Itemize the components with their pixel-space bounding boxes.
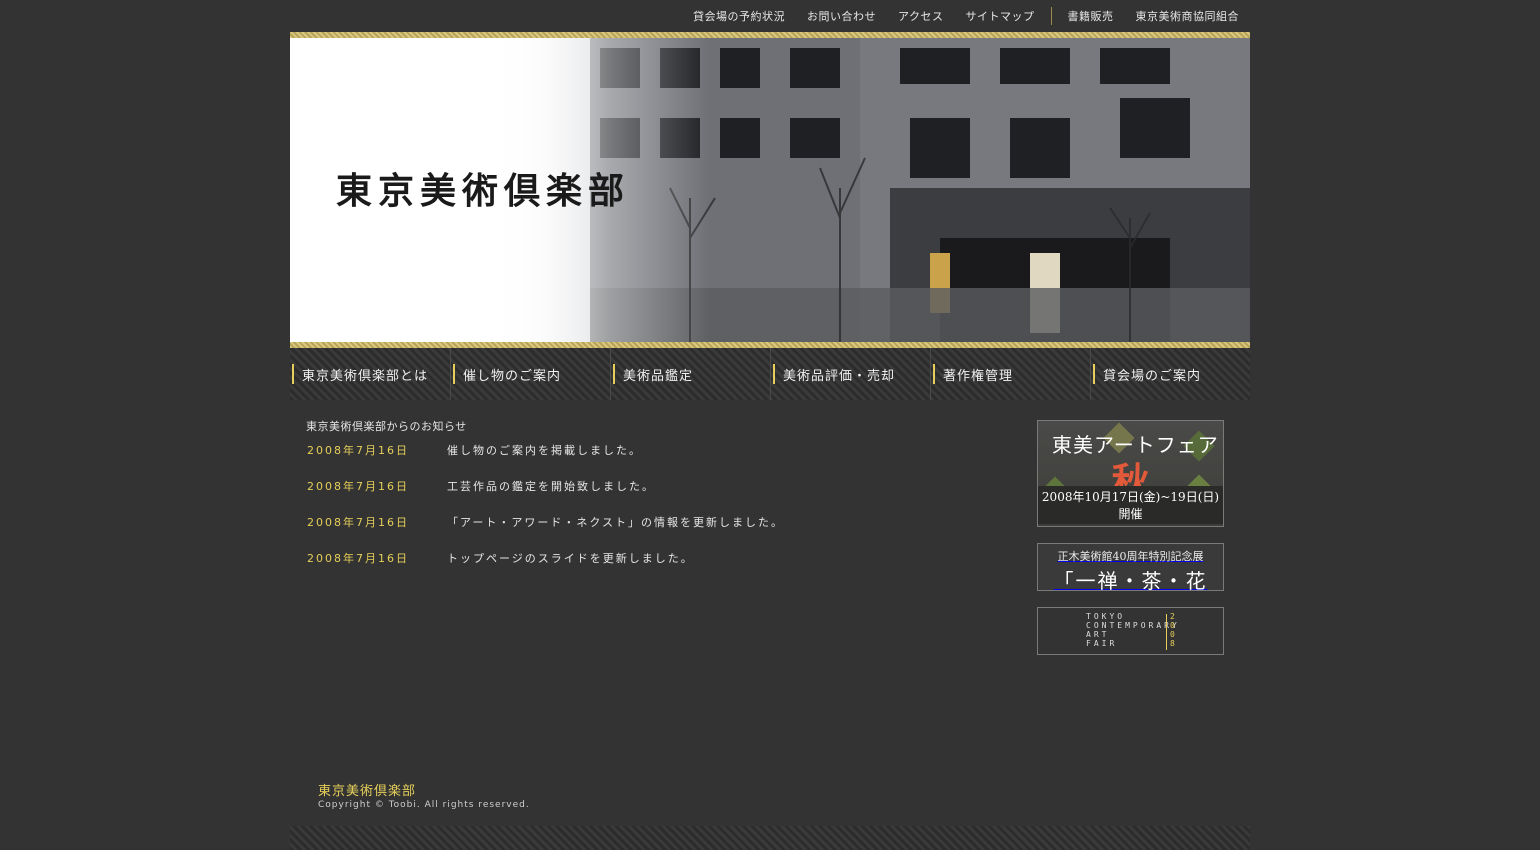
nav-events[interactable]: 催し物のご案内 bbox=[450, 348, 610, 400]
tcaf-year: 2008 bbox=[1170, 612, 1175, 648]
exhibition-banner[interactable]: 正木美術館40周年特別記念展 「一禅・茶・花一」 bbox=[1037, 543, 1224, 591]
nav-venue-label: 貸会場のご案内 bbox=[1103, 369, 1202, 384]
news-text: トップページのスライドを更新しました。 bbox=[447, 552, 694, 565]
footer-logo: 東京美術倶楽部 bbox=[318, 784, 417, 799]
nav-marker bbox=[1093, 364, 1095, 384]
nav-venue[interactable]: 貸会場のご案内 bbox=[1090, 348, 1250, 400]
nav-appraisal[interactable]: 美術品鑑定 bbox=[610, 348, 770, 400]
page-wrapper: 貸会場の予約状況 お問い合わせ アクセス サイトマップ 書籍販売 東京美術商協同… bbox=[290, 0, 1250, 850]
header-banner: 東京美術倶楽部 bbox=[290, 32, 1250, 348]
news-item[interactable]: 2008年7月16日 工芸作品の鑑定を開始致しました。 bbox=[307, 478, 784, 514]
tcaf-banner[interactable]: TOKYO CONTEMPORARY ART FAIR 2008 bbox=[1037, 607, 1224, 655]
exhibition-subtitle: 正木美術館40周年特別記念展 bbox=[1057, 550, 1204, 563]
news-list: 2008年7月16日 催し物のご案内を掲載しました。 2008年7月16日 工芸… bbox=[307, 442, 784, 586]
news-text: 「アート・アワード・ネクスト」の情報を更新しました。 bbox=[447, 516, 785, 529]
news-date: 2008年7月16日 bbox=[307, 444, 409, 457]
news-item[interactable]: 2008年7月16日 トップページのスライドを更新しました。 bbox=[307, 550, 784, 586]
main-content: 東京美術倶楽部からのお知らせ 2008年7月16日 催し物のご案内を掲載しました… bbox=[290, 400, 1250, 696]
top-nav: 貸会場の予約状況 お問い合わせ アクセス サイトマップ 書籍販売 東京美術商協同… bbox=[682, 0, 1250, 32]
news-item[interactable]: 2008年7月16日 催し物のご案内を掲載しました。 bbox=[307, 442, 784, 478]
nav-about[interactable]: 東京美術倶楽部とは bbox=[290, 348, 450, 400]
main-nav: 東京美術倶楽部とは 催し物のご案内 美術品鑑定 美術品評価・売却 著作権管理 貸… bbox=[290, 348, 1250, 400]
tcaf-line-fair: FAIR bbox=[1086, 639, 1118, 648]
news-text: 催し物のご案内を掲載しました。 bbox=[447, 444, 642, 457]
top-nav-books-link[interactable]: 書籍販売 bbox=[1057, 8, 1125, 24]
nav-marker bbox=[292, 364, 294, 384]
tcaf-line-tokyo: TOKYO bbox=[1086, 612, 1126, 621]
top-nav-sitemap-link[interactable]: サイトマップ bbox=[955, 8, 1046, 24]
tcaf-line-art: ART bbox=[1086, 630, 1110, 639]
nav-valuation[interactable]: 美術品評価・売却 bbox=[770, 348, 930, 400]
banner-column: 東美アートフェア 秋 2008年10月17日(金)~19日(日)開催 正木美術館… bbox=[1037, 420, 1224, 655]
nav-copyright[interactable]: 著作権管理 bbox=[930, 348, 1090, 400]
footer-band bbox=[290, 826, 1250, 850]
nav-events-label: 催し物のご案内 bbox=[463, 369, 562, 384]
art-fair-dates: 2008年10月17日(金)~19日(日)開催 bbox=[1038, 486, 1223, 524]
top-nav-contact-link[interactable]: お問い合わせ bbox=[796, 8, 887, 24]
nav-marker bbox=[453, 364, 455, 384]
news-text: 工芸作品の鑑定を開始致しました。 bbox=[447, 480, 655, 493]
exhibition-title: 「一禅・茶・花一」 bbox=[1053, 569, 1208, 591]
nav-appraisal-label: 美術品鑑定 bbox=[623, 369, 694, 384]
nav-marker bbox=[773, 364, 775, 384]
nav-about-label: 東京美術倶楽部とは bbox=[302, 369, 429, 384]
nav-valuation-label: 美術品評価・売却 bbox=[783, 369, 896, 384]
art-fair-banner[interactable]: 東美アートフェア 秋 2008年10月17日(金)~19日(日)開催 bbox=[1037, 420, 1224, 527]
news-date: 2008年7月16日 bbox=[307, 480, 409, 493]
copyright-text: Copyright © Toobi. All rights reserved. bbox=[318, 800, 530, 810]
news-date: 2008年7月16日 bbox=[307, 516, 409, 529]
news-heading: 東京美術倶楽部からのお知らせ bbox=[306, 420, 467, 433]
tcaf-divider bbox=[1166, 614, 1167, 650]
news-date: 2008年7月16日 bbox=[307, 552, 409, 565]
site-title: 東京美術倶楽部 bbox=[336, 170, 631, 212]
hero-image: 東京美術倶楽部 bbox=[290, 38, 1250, 342]
top-nav-divider bbox=[1050, 7, 1052, 25]
nav-marker bbox=[613, 364, 615, 384]
nav-marker bbox=[933, 364, 935, 384]
top-nav-access-link[interactable]: アクセス bbox=[887, 8, 954, 24]
news-item[interactable]: 2008年7月16日 「アート・アワード・ネクスト」の情報を更新しました。 bbox=[307, 514, 784, 550]
nav-copyright-label: 著作権管理 bbox=[943, 369, 1014, 384]
top-nav-reservation-link[interactable]: 貸会場の予約状況 bbox=[682, 8, 796, 24]
top-nav-association-link[interactable]: 東京美術商協同組合 bbox=[1125, 8, 1251, 24]
